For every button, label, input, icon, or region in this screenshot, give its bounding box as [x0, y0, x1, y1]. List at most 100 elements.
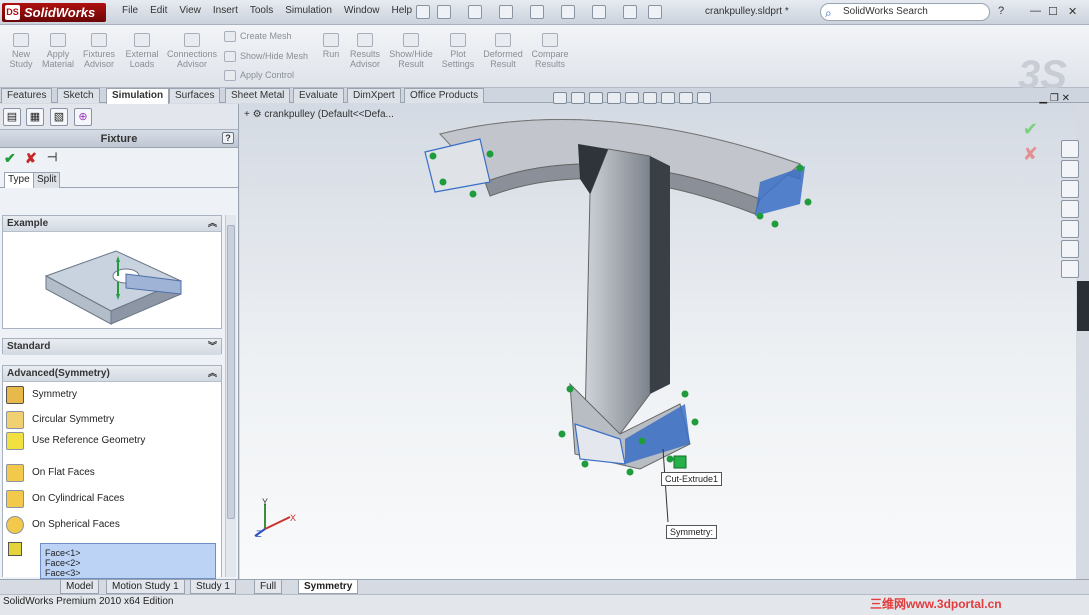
help-icon[interactable]: ?	[998, 5, 1004, 17]
graphics-area[interactable]: + ⚙ crankpulley (Default<<Defa... ▁ ❐ ✕ …	[240, 92, 1076, 579]
faces-selection-list[interactable]: Face<1> Face<2> Face<3>	[40, 543, 216, 579]
open-icon[interactable]	[468, 5, 482, 19]
option-reference-geometry[interactable]: Use Reference Geometry	[6, 431, 145, 451]
cut-extrude-callout[interactable]: Cut-Extrude1	[661, 472, 723, 486]
advanced-header[interactable]: Advanced(Symmetry) ︽	[3, 366, 221, 382]
select-icon[interactable]	[592, 5, 606, 19]
library-icon[interactable]	[1061, 160, 1079, 178]
search-input[interactable]: ⌕ SolidWorks Search	[820, 3, 990, 21]
hide-show-icon[interactable]	[661, 92, 675, 104]
zoom-fit-icon[interactable]	[553, 92, 567, 104]
menu-simulation[interactable]: Simulation	[279, 5, 338, 16]
property-manager-icon[interactable]: ▦	[26, 108, 44, 126]
plot-settings-button[interactable]: Plot Settings	[438, 33, 478, 69]
option-symmetry[interactable]: Symmetry	[6, 385, 77, 405]
help-button[interactable]: ?	[222, 132, 234, 144]
menu-help[interactable]: Help	[386, 5, 419, 16]
show-hide-mesh-button[interactable]: Show/Hide Mesh	[224, 51, 308, 63]
option-cylindrical-faces[interactable]: On Cylindrical Faces	[6, 489, 124, 509]
tab-simulation[interactable]: Simulation	[106, 88, 170, 104]
view-orientation-icon[interactable]	[625, 92, 639, 104]
search-results-icon[interactable]	[1061, 200, 1079, 218]
scrollbar-thumb[interactable]	[227, 225, 235, 519]
section-view-icon[interactable]	[607, 92, 621, 104]
home-icon[interactable]	[1061, 140, 1079, 158]
restore-icon[interactable]: ❐	[1050, 93, 1059, 104]
pin-icon[interactable]	[416, 5, 430, 19]
appearances-icon[interactable]	[1061, 240, 1079, 258]
close-icon[interactable]: ✕	[1068, 5, 1077, 18]
results-advisor-button[interactable]: Results Advisor	[346, 33, 384, 69]
new-study-button[interactable]: New Study	[6, 33, 36, 69]
tab-symmetry[interactable]: Symmetry	[298, 580, 359, 594]
option-flat-faces[interactable]: On Flat Faces	[6, 463, 95, 483]
list-item[interactable]: Face<3>	[45, 568, 215, 578]
display-style-icon[interactable]	[643, 92, 657, 104]
tab-type[interactable]: Type	[4, 172, 34, 188]
config-manager-icon[interactable]: ▧	[50, 108, 68, 126]
option-circular-symmetry[interactable]: Circular Symmetry	[6, 410, 114, 430]
minimize-icon[interactable]: —	[1030, 5, 1041, 17]
external-loads-button[interactable]: External Loads	[122, 33, 162, 69]
tab-study-1[interactable]: Study 1	[190, 580, 236, 594]
tab-office-products[interactable]: Office Products	[404, 88, 485, 103]
close-icon[interactable]: ✕	[1062, 93, 1070, 104]
symmetry-callout[interactable]: Symmetry:	[666, 525, 718, 539]
show-hide-result-button[interactable]: Show/Hide Result	[388, 33, 434, 69]
run-button[interactable]: Run	[320, 33, 342, 59]
undo-icon[interactable]	[561, 5, 575, 19]
ok-icon[interactable]: ✔	[4, 150, 16, 167]
menu-tools[interactable]: Tools	[244, 5, 279, 16]
list-item[interactable]: Face<1>	[45, 548, 215, 558]
new-document-icon[interactable]	[437, 5, 451, 19]
tab-evaluate[interactable]: Evaluate	[293, 88, 344, 103]
appearance-icon[interactable]	[679, 92, 693, 104]
connections-advisor-button[interactable]: Connections Advisor	[166, 33, 218, 69]
tab-features[interactable]: Features	[1, 88, 53, 103]
scene-icon[interactable]	[697, 92, 711, 104]
maximize-icon[interactable]: ☐	[1048, 5, 1058, 18]
create-mesh-button[interactable]: Create Mesh	[224, 31, 292, 43]
menu-edit[interactable]: Edit	[144, 5, 173, 16]
task-pane-handle[interactable]	[1077, 281, 1089, 331]
apply-material-button[interactable]: Apply Material	[40, 33, 76, 69]
panel-scrollbar[interactable]	[225, 215, 236, 577]
list-item[interactable]: Face<2>	[45, 558, 215, 568]
compare-results-button[interactable]: Compare Results	[528, 33, 572, 69]
tab-motion-study[interactable]: Motion Study 1	[106, 580, 185, 594]
tab-surfaces[interactable]: Surfaces	[169, 88, 221, 103]
reference-geometry-icon	[6, 432, 24, 450]
fixtures-advisor-button[interactable]: Fixtures Advisor	[80, 33, 118, 69]
cancel-icon[interactable]: ✘	[25, 150, 37, 167]
menu-insert[interactable]: Insert	[207, 5, 244, 16]
menu-file[interactable]: File	[116, 5, 144, 16]
view-palette-icon[interactable]	[1061, 220, 1079, 238]
options-icon[interactable]	[648, 5, 662, 19]
save-icon[interactable]	[499, 5, 513, 19]
apply-control-button[interactable]: Apply Control	[224, 70, 295, 82]
standard-header[interactable]: Standard ︾	[3, 339, 221, 355]
tab-model[interactable]: Model	[60, 580, 100, 594]
tab-full[interactable]: Full	[254, 580, 283, 594]
tab-split[interactable]: Split	[33, 172, 61, 188]
option-spherical-faces[interactable]: On Spherical Faces	[6, 515, 120, 535]
apply-control-label: Apply Control	[240, 70, 295, 80]
folder-icon[interactable]	[1061, 180, 1079, 198]
minimize-icon[interactable]: ▁	[1039, 93, 1047, 104]
rebuild-icon[interactable]	[623, 5, 637, 19]
previous-view-icon[interactable]	[589, 92, 603, 104]
custom-properties-icon[interactable]	[1061, 260, 1079, 278]
pushpin-icon[interactable]: ⊣	[47, 150, 57, 164]
deformed-result-button[interactable]: Deformed Result	[482, 33, 524, 69]
zoom-area-icon[interactable]	[571, 92, 585, 104]
menu-window[interactable]: Window	[338, 5, 386, 16]
tab-dimxpert[interactable]: DimXpert	[347, 88, 401, 103]
dimxpert-icon[interactable]: ⊕	[74, 108, 92, 126]
example-header[interactable]: Example ︽	[3, 216, 221, 232]
tab-sheet-metal[interactable]: Sheet Metal	[225, 88, 291, 103]
feature-tree-icon[interactable]: ▤	[3, 108, 21, 126]
show-mesh-icon	[224, 51, 236, 63]
menu-view[interactable]: View	[173, 5, 207, 16]
print-icon[interactable]	[530, 5, 544, 19]
tab-sketch[interactable]: Sketch	[57, 88, 100, 103]
